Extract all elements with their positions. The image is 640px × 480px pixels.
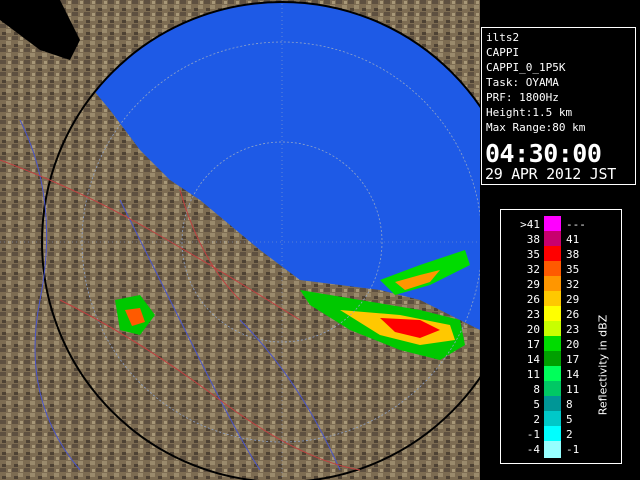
radar-map [0, 0, 480, 480]
radar-map-canvas [0, 0, 480, 480]
info-panel: ilts2 CAPPI CAPPI_0_1P5K Task: OYAMA PRF… [481, 27, 636, 185]
info-station: ilts2 [486, 31, 520, 44]
legend-upper-value: -1 [566, 443, 580, 456]
info-time: 04:30:00 [485, 139, 602, 168]
reflectivity-legend: >41 --- 38 41 35 38 32 35 29 32 26 29 23 26 20 23 17 20 14… [500, 209, 622, 464]
info-date: 29 APR 2012 JST [485, 165, 616, 183]
info-max-range: Max Range:80 km [486, 121, 586, 134]
legend-unit-text: Reflectivity in dBZ [596, 314, 610, 416]
info-product: CAPPI [486, 46, 520, 59]
info-task: Task: OYAMA [486, 76, 559, 89]
legend-swatch [544, 441, 561, 458]
info-product-id: CAPPI_0_1P5K [486, 61, 566, 74]
legend-unit-label: Reflectivity in dBZ [593, 290, 613, 440]
info-height: Height:1.5 km [486, 106, 573, 119]
legend-row: -4 -1 [506, 441, 600, 458]
info-prf: PRF: 1800Hz [486, 91, 559, 104]
legend-lower-value: -4 [526, 443, 540, 456]
